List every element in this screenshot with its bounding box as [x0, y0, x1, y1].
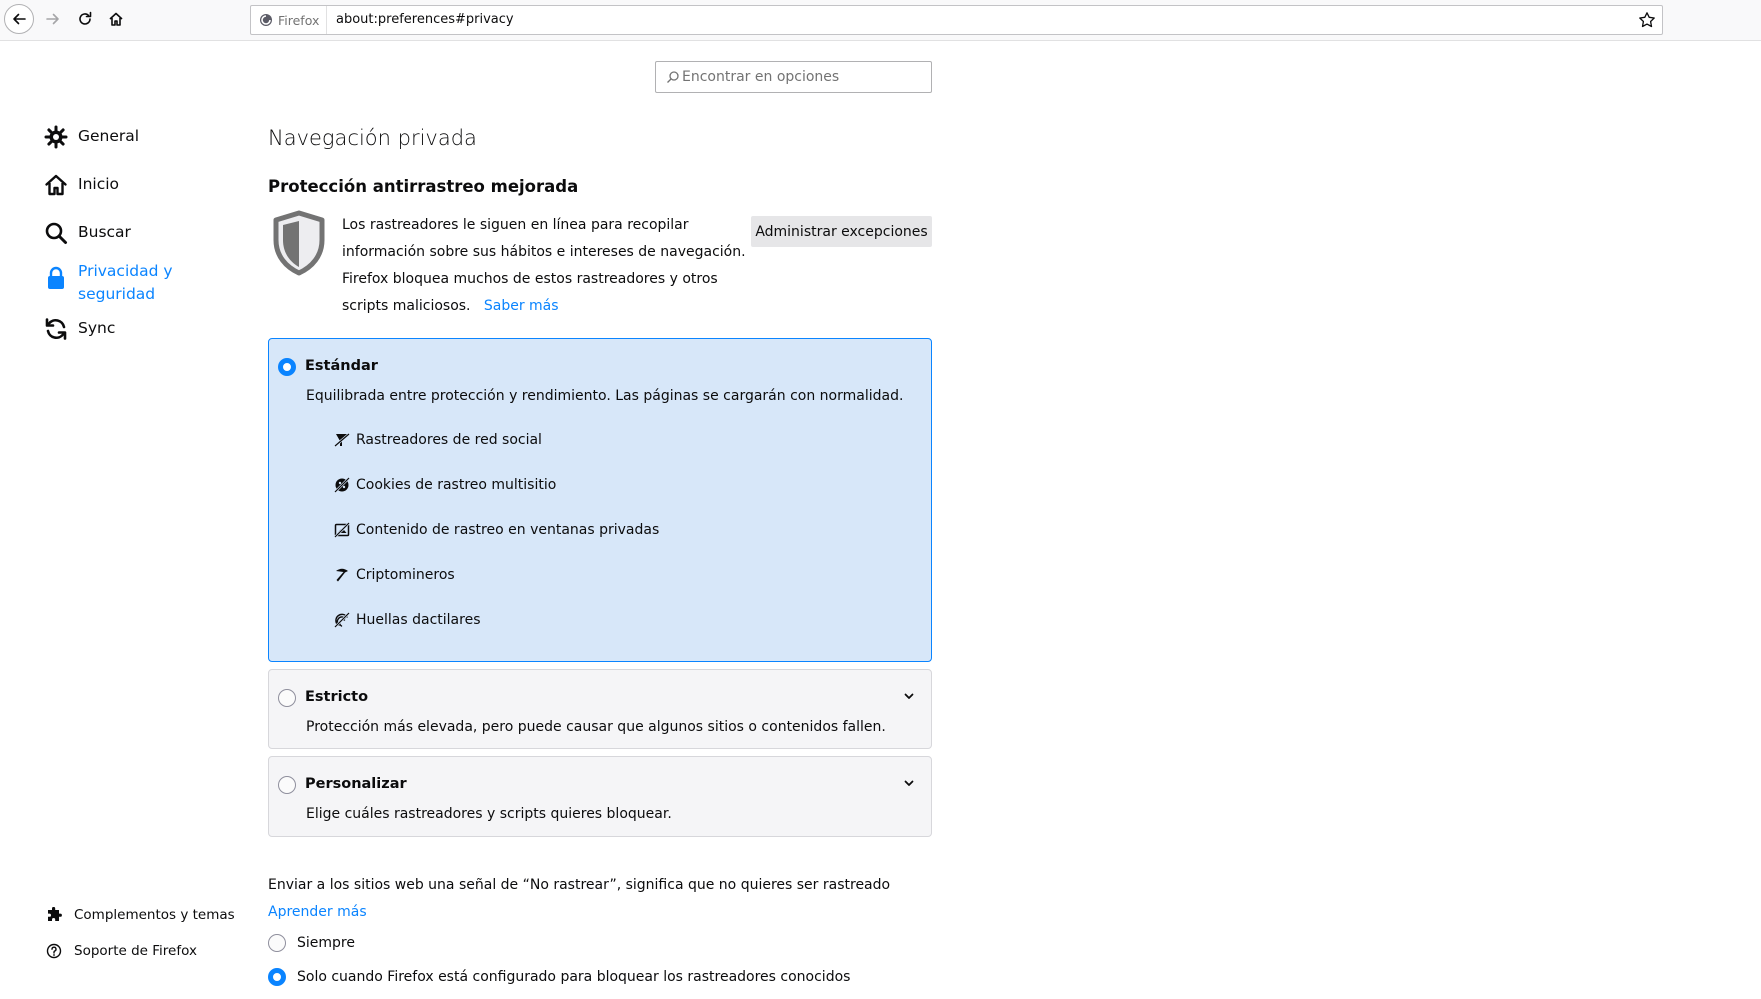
sidebar-item-sync[interactable]: Sync	[44, 317, 115, 341]
dnt-option-label: Solo cuando Firefox está configurado par…	[297, 969, 851, 985]
sidebar-footer-support[interactable]: Soporte de Firefox	[46, 943, 197, 959]
chevron-down-icon[interactable]	[903, 690, 915, 702]
dnt-option-only-when[interactable]: Solo cuando Firefox está configurado par…	[268, 968, 850, 986]
radio-strict[interactable]	[278, 689, 296, 707]
feature-item: Cookies de rastreo multisitio	[334, 477, 556, 493]
page-title: Navegación privada	[268, 126, 477, 150]
section-heading: Protección antirrastreo mejorada	[268, 177, 579, 196]
arrow-left-icon	[13, 13, 26, 25]
gear-icon	[44, 125, 68, 149]
chevron-down-icon[interactable]	[903, 777, 915, 789]
bookmark-star-icon[interactable]	[1638, 11, 1656, 29]
cryptominer-icon	[336, 568, 348, 582]
sidebar-item-label-line2: seguridad	[78, 285, 156, 303]
dnt-option-always[interactable]: Siempre	[268, 934, 355, 952]
help-icon	[46, 943, 62, 959]
search-input[interactable]	[682, 62, 928, 92]
dnt-learn-more-link[interactable]: Aprender más	[268, 904, 367, 920]
sidebar-item-label-line1: Privacidad y	[78, 262, 173, 280]
search-icon	[44, 221, 68, 245]
option-standard[interactable]: Estándar Equilibrada entre protección y …	[268, 338, 932, 662]
feature-label: Rastreadores de red social	[356, 432, 542, 448]
sync-icon	[44, 317, 68, 341]
learn-more-link[interactable]: Saber más	[484, 298, 559, 314]
radio-standard[interactable]	[278, 358, 296, 376]
feature-item: Criptomineros	[334, 567, 455, 583]
identity-box[interactable]: Firefox	[259, 6, 328, 34]
sidebar-footer-addons[interactable]: Complementos y temas	[46, 907, 235, 923]
puzzle-icon	[48, 907, 62, 921]
home-icon	[44, 173, 68, 197]
forward-button[interactable]	[38, 4, 68, 34]
identity-label: Firefox	[278, 12, 320, 28]
url-bar[interactable]: Firefox about:preferences#privacy	[250, 5, 1663, 35]
radio-dnt-always[interactable]	[268, 934, 286, 952]
firefox-logo-icon	[260, 14, 272, 26]
sidebar-item-label: Buscar	[78, 223, 131, 241]
dnt-description: Enviar a los sitios web una señal de “No…	[268, 877, 891, 893]
etp-description: Los rastreadores le siguen en línea para…	[342, 212, 747, 320]
feature-label: Huellas dactilares	[356, 612, 481, 628]
preferences-search-box[interactable]	[655, 61, 932, 93]
sidebar-footer-label: Complementos y temas	[74, 907, 235, 923]
feature-label: Criptomineros	[356, 567, 455, 583]
fingerprinter-icon	[334, 612, 350, 628]
arrow-right-icon	[46, 13, 59, 25]
tracking-content-icon	[334, 522, 350, 538]
reload-button[interactable]	[70, 4, 100, 34]
sidebar-item-inicio[interactable]: Inicio	[44, 173, 119, 197]
reload-icon	[79, 11, 92, 25]
shield-icon	[273, 210, 325, 276]
sidebar-item-buscar[interactable]: Buscar	[44, 221, 131, 245]
sidebar-item-label: Inicio	[78, 175, 120, 193]
option-title: Estándar	[305, 358, 378, 374]
option-description: Elige cuáles rastreadores y scripts quie…	[306, 806, 672, 822]
sidebar-footer-label: Soporte de Firefox	[74, 943, 197, 959]
back-button[interactable]	[4, 4, 34, 34]
option-title: Personalizar	[305, 776, 407, 792]
option-description: Equilibrada entre protección y rendimien…	[306, 388, 904, 404]
feature-item: Rastreadores de red social	[334, 432, 542, 448]
home-button[interactable]	[101, 4, 131, 34]
feature-label: Cookies de rastreo multisitio	[356, 477, 557, 493]
manage-exceptions-button[interactable]: Administrar excepciones	[751, 216, 932, 247]
search-icon	[667, 71, 679, 83]
option-strict[interactable]: Estricto Protección más elevada, pero pu…	[268, 669, 932, 749]
feature-label: Contenido de rastreo en ventanas privada…	[356, 522, 660, 538]
option-description: Protección más elevada, pero puede causa…	[306, 719, 886, 735]
option-custom[interactable]: Personalizar Elige cuáles rastreadores y…	[268, 756, 932, 837]
sidebar-item-privacy[interactable]: Privacidad y seguridad	[44, 260, 173, 306]
dnt-option-label: Siempre	[297, 935, 355, 951]
feature-item: Huellas dactilares	[334, 612, 480, 628]
navigation-toolbar: Firefox about:preferences#privacy	[0, 0, 1761, 41]
home-icon	[109, 12, 123, 26]
sidebar-item-label: Sync	[78, 319, 116, 337]
social-tracker-icon	[334, 433, 350, 447]
radio-custom[interactable]	[278, 776, 296, 794]
feature-item: Contenido de rastreo en ventanas privada…	[334, 522, 659, 538]
sidebar-item-label: Privacidad y seguridad	[78, 260, 173, 306]
radio-dnt-only-when[interactable]	[268, 968, 286, 986]
cookie-icon	[334, 477, 350, 493]
sidebar-item-general[interactable]: General	[44, 125, 139, 149]
url-text[interactable]: about:preferences#privacy	[336, 6, 514, 34]
sidebar-item-label: General	[78, 127, 140, 145]
lock-icon	[44, 266, 68, 290]
option-title: Estricto	[305, 689, 369, 705]
